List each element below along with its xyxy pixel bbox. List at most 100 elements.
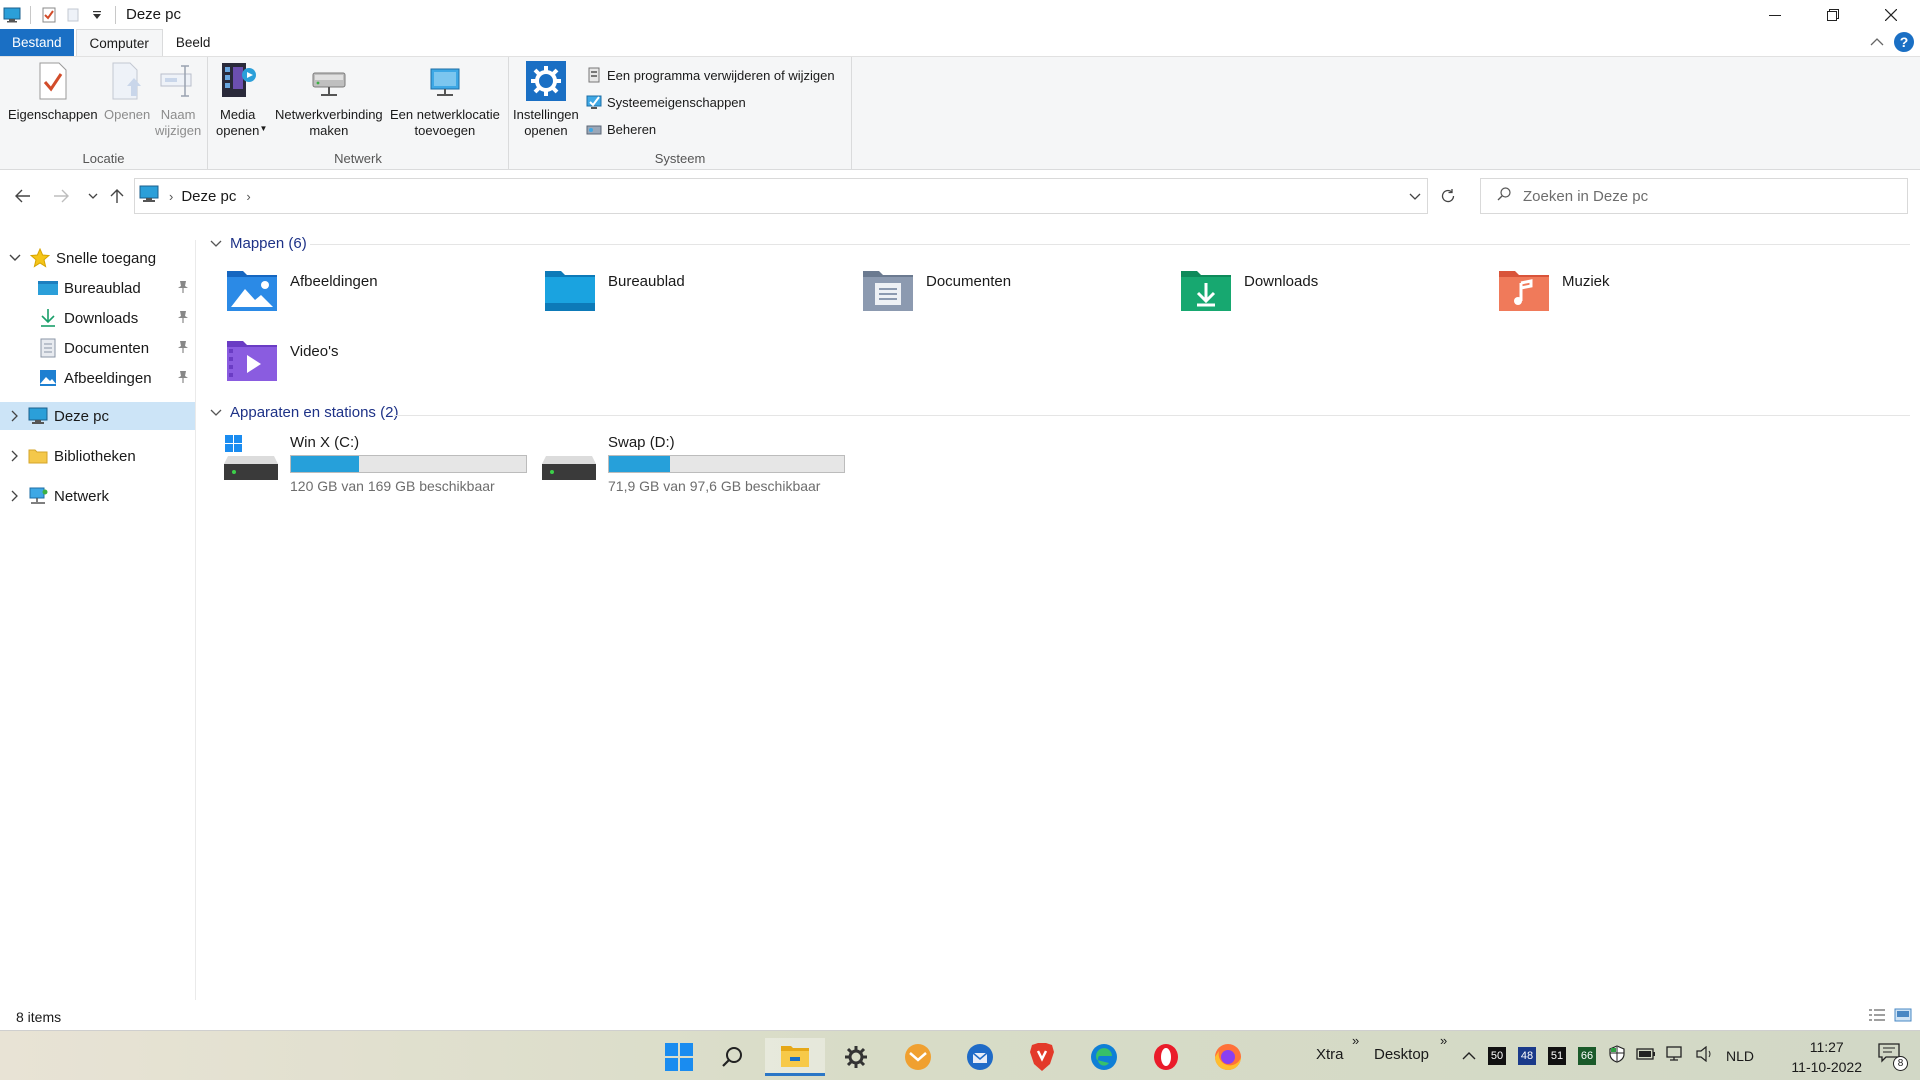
sidebar-item-quick-access[interactable]: Snelle toegang [0, 244, 195, 272]
uninstall-program-button[interactable]: Een programma verwijderen of wijzigen [586, 67, 835, 83]
thunderbird-taskbar-button[interactable] [958, 1038, 1002, 1076]
new-folder-quick-icon[interactable] [63, 5, 83, 25]
manage-button[interactable]: Beheren [586, 121, 656, 137]
pin-icon[interactable] [177, 370, 189, 388]
search-input[interactable] [1523, 187, 1883, 205]
battery-icon[interactable] [1636, 1047, 1656, 1065]
edge-browser-taskbar-button[interactable] [1082, 1038, 1126, 1076]
group-location: Eigenschappen Openen Naam wijzigen Locat… [0, 57, 208, 170]
start-button[interactable] [657, 1038, 701, 1076]
section-header-drives[interactable]: Apparaten en stations (2) [210, 404, 398, 421]
help-icon[interactable]: ? [1894, 32, 1914, 52]
toolbar-xtra[interactable]: Xtra [1316, 1046, 1344, 1063]
pin-icon[interactable] [177, 310, 189, 328]
tray-temp-icon[interactable]: 51 [1548, 1047, 1566, 1065]
settings-taskbar-button[interactable] [834, 1038, 878, 1076]
sidebar-item-this-pc[interactable]: Deze pc [0, 402, 195, 430]
chevron-right-icon[interactable]: › [246, 189, 250, 204]
star-icon [30, 248, 50, 268]
drive-d[interactable]: Swap (D:) 71,9 GB van 97,6 GB beschikbaa… [542, 434, 845, 500]
file-explorer-taskbar-button[interactable] [765, 1038, 825, 1076]
chevron-down-icon[interactable] [8, 254, 22, 262]
search-taskbar-button[interactable] [710, 1038, 754, 1076]
rename-label-1: Naam [160, 107, 196, 122]
folder-desktop[interactable]: Bureaublad [542, 262, 842, 318]
folder-videos[interactable]: Video's [224, 332, 524, 388]
system-properties-button[interactable]: Systeemeigenschappen [586, 94, 746, 110]
firefox-taskbar-button[interactable] [1206, 1038, 1250, 1076]
minimize-button[interactable] [1746, 0, 1804, 29]
search-box[interactable] [1480, 178, 1908, 214]
sidebar-item-documents[interactable]: Documenten [0, 334, 195, 362]
restore-button[interactable] [1804, 0, 1862, 29]
pin-icon[interactable] [177, 280, 189, 298]
pin-icon[interactable] [177, 340, 189, 358]
music-folder-icon [1496, 265, 1552, 315]
sidebar-item-desktop[interactable]: Bureaublad [0, 274, 195, 302]
properties-button[interactable]: Eigenschappen [8, 61, 98, 123]
tray-temp-icon[interactable]: 66 [1578, 1047, 1596, 1065]
properties-quick-icon[interactable] [39, 5, 59, 25]
address-dropdown-icon[interactable] [1409, 188, 1421, 205]
mail-client-taskbar-button[interactable] [896, 1038, 940, 1076]
sidebar-item-libraries[interactable]: Bibliotheken [0, 442, 195, 470]
folder-pictures[interactable]: Afbeeldingen [224, 262, 524, 318]
chevron-double-right-icon[interactable]: » [1440, 1033, 1447, 1048]
rename-button[interactable]: Naam wijzigen [155, 61, 201, 139]
chevron-right-icon[interactable] [8, 410, 22, 422]
chevron-right-icon[interactable]: › [169, 189, 173, 204]
forward-button[interactable] [48, 183, 74, 209]
sidebar-item-network[interactable]: Netwerk [0, 482, 195, 510]
open-button[interactable]: Openen [104, 61, 150, 123]
details-view-icon[interactable] [1868, 1008, 1886, 1025]
sidebar-item-label: Downloads [64, 309, 139, 327]
security-shield-icon[interactable] [1608, 1045, 1626, 1067]
document-icon [38, 338, 58, 358]
volume-icon[interactable] [1696, 1045, 1714, 1066]
clock[interactable]: 11:27 11-10-2022 [1791, 1037, 1862, 1077]
this-pc-icon[interactable] [2, 5, 22, 25]
network-icon[interactable] [1666, 1046, 1686, 1066]
notification-center-button[interactable]: 8 [1878, 1043, 1908, 1071]
toolbar-desktop[interactable]: Desktop [1374, 1046, 1429, 1063]
language-indicator[interactable]: NLD [1726, 1048, 1754, 1064]
opera-browser-taskbar-button[interactable] [1144, 1038, 1188, 1076]
open-icon [107, 61, 147, 101]
refresh-button[interactable] [1433, 183, 1463, 209]
section-header-folders[interactable]: Mappen (6) [210, 235, 307, 252]
drive-c[interactable]: Win X (C:) 120 GB van 169 GB beschikbaar [224, 434, 527, 500]
up-button[interactable] [104, 183, 130, 209]
chevron-right-icon[interactable] [8, 450, 22, 462]
recent-locations-button[interactable] [80, 183, 106, 209]
sidebar-item-downloads[interactable]: Downloads [0, 304, 195, 332]
collapse-ribbon-icon[interactable] [1870, 34, 1884, 51]
back-button[interactable] [10, 183, 36, 209]
tray-temp-icon[interactable]: 48 [1518, 1047, 1536, 1065]
sidebar-item-pictures[interactable]: Afbeeldingen [0, 364, 195, 392]
breadcrumb[interactable]: Deze pc [181, 188, 236, 205]
add-network-location-button[interactable]: Een netwerklocatie toevoegen [390, 61, 500, 139]
customize-dropdown-icon[interactable] [87, 5, 107, 25]
large-icons-view-icon[interactable] [1894, 1008, 1912, 1025]
tray-temp-icon[interactable]: 50 [1488, 1047, 1506, 1065]
tab-file[interactable]: Bestand [0, 29, 74, 56]
open-media-button[interactable]: Media openen ▼ [216, 61, 267, 139]
tab-view[interactable]: Beeld [163, 29, 224, 56]
map-network-drive-button[interactable]: Netwerkverbinding maken [275, 61, 383, 139]
folder-documents[interactable]: Documenten [860, 262, 1160, 318]
close-button[interactable] [1862, 0, 1920, 29]
open-label: Openen [104, 107, 151, 122]
open-settings-button[interactable]: Instellingen openen [513, 61, 579, 139]
media-icon [218, 61, 258, 101]
brave-browser-taskbar-button[interactable] [1020, 1038, 1064, 1076]
chevron-down-icon[interactable] [210, 237, 222, 251]
address-bar[interactable]: › Deze pc › [134, 178, 1428, 214]
tab-computer[interactable]: Computer [75, 29, 163, 56]
chevron-double-right-icon[interactable]: » [1352, 1033, 1359, 1048]
chevron-right-icon[interactable] [8, 490, 22, 502]
drive-usage-fill [291, 456, 360, 472]
folder-music[interactable]: Muziek [1496, 262, 1796, 318]
chevron-down-icon[interactable] [210, 406, 222, 420]
show-hidden-icons-icon[interactable] [1462, 1048, 1476, 1065]
folder-downloads[interactable]: Downloads [1178, 262, 1478, 318]
